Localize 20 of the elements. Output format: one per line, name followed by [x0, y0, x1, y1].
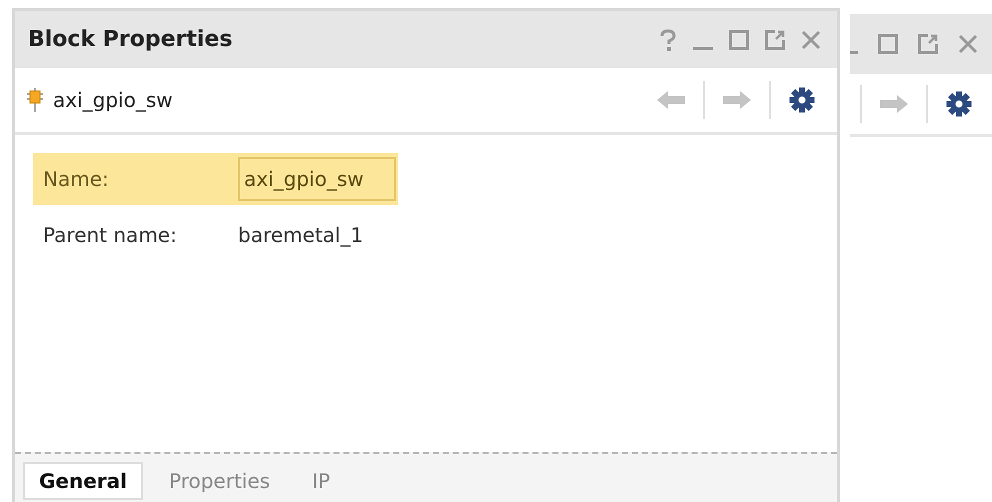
name-field[interactable]: axi_gpio_sw [238, 157, 396, 201]
help-icon[interactable] [659, 28, 677, 50]
close-icon[interactable] [801, 30, 821, 50]
settings-icon[interactable] [789, 87, 815, 113]
forward-arrow-icon[interactable] [880, 94, 908, 114]
float-icon[interactable] [765, 30, 785, 50]
back-arrow-icon[interactable] [657, 90, 685, 110]
maximize-icon[interactable] [878, 34, 898, 54]
float-icon[interactable] [918, 34, 938, 54]
tab[interactable]: General [23, 462, 143, 500]
settings-icon[interactable] [946, 91, 972, 117]
property-label: Parent name: [43, 223, 178, 247]
property-value: baremetal_1 [238, 223, 364, 247]
close-icon[interactable] [958, 34, 978, 54]
forward-arrow-icon[interactable] [723, 90, 751, 110]
object-name: axi_gpio_sw [53, 88, 173, 112]
panel-title: Block Properties [28, 27, 232, 52]
maximize-icon[interactable] [729, 30, 749, 50]
property-label: Name: [43, 167, 110, 191]
block-icon [27, 88, 43, 112]
